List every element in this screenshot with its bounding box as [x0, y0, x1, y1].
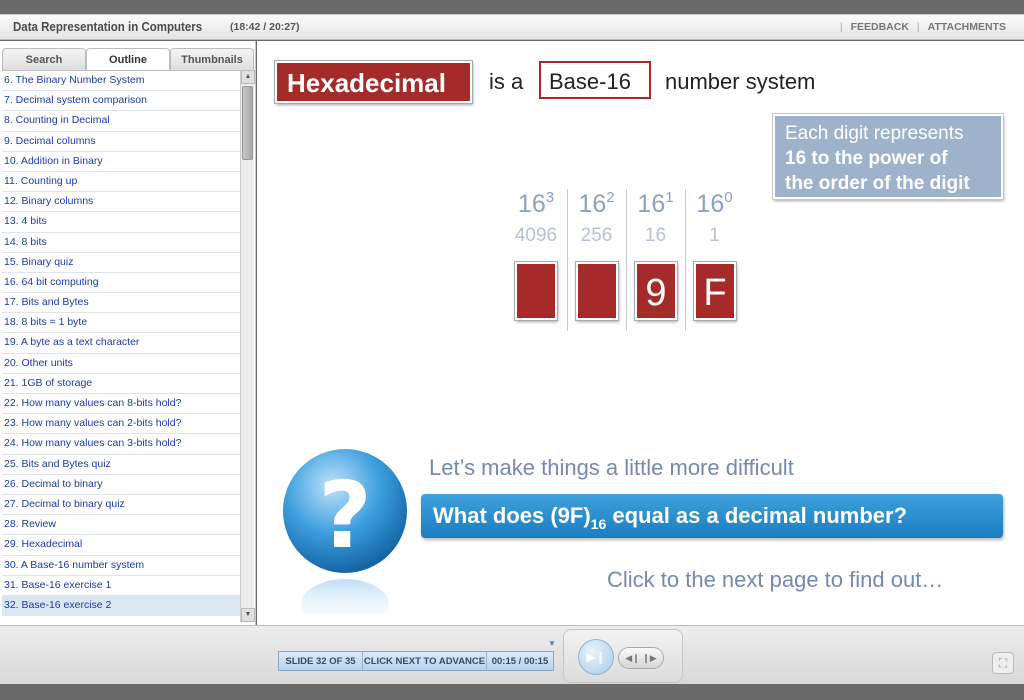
- outline-item[interactable]: 16. 64 bit computing: [2, 273, 240, 294]
- place-value: 1: [709, 225, 720, 246]
- question-subscript: 16: [590, 516, 607, 532]
- info-line-2: 16 to the power of: [785, 148, 948, 169]
- fullscreen-icon[interactable]: ⛶: [992, 652, 1014, 674]
- place-column-3: 163 4096: [507, 189, 565, 331]
- course-title: Data Representation in Computers: [13, 20, 203, 34]
- power-label: 160: [696, 189, 733, 218]
- player-bar: ▼ SLIDE 32 OF 35 CLICK NEXT TO ADVANCE 0…: [0, 625, 1024, 684]
- outline-item[interactable]: 21. 1GB of storage: [2, 374, 240, 394]
- digit-box-f: F: [693, 261, 737, 321]
- play-pause-button[interactable]: ▶❙: [578, 639, 614, 675]
- attachments-link[interactable]: ATTACHMENTS: [928, 21, 1006, 33]
- scroll-down-icon[interactable]: ▼: [241, 608, 255, 622]
- title-bar: Data Representation in Computers (18:42 …: [0, 14, 1024, 40]
- sidebar-tabs: Search Outline Thumbnails: [2, 48, 254, 70]
- footer-strip: [0, 684, 1024, 700]
- is-a-text: is a: [489, 69, 524, 94]
- power-label: 162: [578, 189, 615, 218]
- outline-item[interactable]: 11. Counting up: [2, 172, 240, 193]
- tab-outline[interactable]: Outline: [86, 48, 170, 70]
- info-callout: Each digit represents 16 to the power of…: [772, 113, 1004, 200]
- feedback-link[interactable]: FEEDBACK: [851, 21, 909, 33]
- prev-next-buttons[interactable]: ◀❙ ❙▶: [618, 647, 664, 669]
- place-value: 4096: [514, 225, 558, 246]
- question-post: equal as a decimal number?: [606, 503, 908, 528]
- question-mark-icon: ?: [283, 449, 407, 615]
- advance-hint: CLICK NEXT TO ADVANCE: [363, 652, 487, 670]
- outline-item[interactable]: 18. 8 bits = 1 byte: [2, 313, 240, 334]
- outline-item[interactable]: 23. How many values can 2-bits hold?: [2, 414, 240, 435]
- outline-item[interactable]: 14. 8 bits: [2, 233, 240, 253]
- slide-status: SLIDE 32 OF 35 CLICK NEXT TO ADVANCE 00:…: [278, 651, 554, 671]
- svg-text:?: ?: [318, 462, 371, 569]
- place-column-2: 162 256: [567, 189, 625, 331]
- outline-item[interactable]: 25. Bits and Bytes quiz: [2, 455, 240, 475]
- outline-item[interactable]: 17. Bits and Bytes: [2, 293, 240, 314]
- outline-item[interactable]: 29. Hexadecimal: [2, 535, 240, 556]
- outline-item[interactable]: 26. Decimal to binary: [2, 475, 240, 495]
- outline-item[interactable]: 19. A byte as a text character: [2, 333, 240, 354]
- outline-item[interactable]: 31. Base-16 exercise 1: [2, 576, 240, 596]
- outline-item[interactable]: 20. Other units: [2, 354, 240, 374]
- slide-canvas: Hexadecimal is a Base-16 number system E…: [257, 41, 1024, 625]
- click-next-text: Click to the next page to find out…: [607, 567, 944, 592]
- outline-item[interactable]: 10. Addition in Binary: [2, 152, 240, 172]
- scroll-thumb[interactable]: [242, 86, 253, 160]
- digit-box: [514, 261, 558, 321]
- hexadecimal-title: Hexadecimal: [274, 60, 473, 104]
- top-links: | FEEDBACK | ATTACHMENTS: [840, 21, 1006, 33]
- sidebar: Search Outline Thumbnails 6. The Binary …: [0, 41, 256, 625]
- info-line-1: Each digit represents: [785, 123, 964, 144]
- info-line-3: the order of the digit: [785, 173, 970, 194]
- place-column-0: 160 1 F: [685, 189, 743, 331]
- outline-item[interactable]: 24. How many values can 3-bits hold?: [2, 434, 240, 455]
- lets-make-text: Let’s make things a little more difficul…: [429, 455, 794, 480]
- question-banner: What does (9F)16 equal as a decimal numb…: [421, 494, 1003, 538]
- power-label: 161: [637, 189, 674, 218]
- place-value: 256: [580, 225, 613, 246]
- place-value: 16: [644, 225, 667, 246]
- place-column-1: 161 16 9: [626, 189, 684, 331]
- outline-item[interactable]: 8. Counting in Decimal: [2, 111, 240, 132]
- outline-item[interactable]: 28. Review: [2, 515, 240, 536]
- scroll-up-icon[interactable]: ▲: [241, 70, 255, 84]
- outline-item[interactable]: 32. Base-16 exercise 2: [2, 595, 240, 617]
- number-system-text: number system: [665, 69, 816, 94]
- outline-item[interactable]: 13. 4 bits: [2, 212, 240, 233]
- outline-item[interactable]: 7. Decimal system comparison: [2, 91, 240, 112]
- base-16-label: Base-16: [539, 61, 651, 99]
- outline-item[interactable]: 30. A Base-16 number system: [2, 556, 240, 576]
- separator: |: [916, 21, 920, 33]
- outline-item[interactable]: 22. How many values can 8-bits hold?: [2, 394, 240, 415]
- playback-controls: ▶❙ ◀❙ ❙▶: [563, 629, 683, 683]
- outline-item[interactable]: 15. Binary quiz: [2, 253, 240, 273]
- elapsed-time: (18:42 / 20:27): [230, 21, 300, 33]
- caret-down-icon[interactable]: ▼: [548, 639, 556, 648]
- outline-item[interactable]: 12. Binary columns: [2, 192, 240, 213]
- outline-item[interactable]: 9. Decimal columns: [2, 132, 240, 152]
- tab-thumbnails[interactable]: Thumbnails: [170, 48, 254, 70]
- slide-time: 00:15 / 00:15: [491, 656, 549, 667]
- outline-list: 6. The Binary Number System 7. Decimal sy…: [2, 70, 240, 622]
- slide-counter: SLIDE 32 OF 35: [279, 652, 363, 670]
- power-label: 163: [517, 189, 555, 218]
- outline-item[interactable]: 27. Decimal to binary quiz: [2, 495, 240, 516]
- outline-scrollbar[interactable]: ▲ ▼: [240, 70, 255, 622]
- digit-box: [575, 261, 619, 321]
- tab-search[interactable]: Search: [2, 48, 86, 70]
- question-pre: What does (9F): [433, 503, 591, 528]
- digit-box-9: 9: [634, 261, 678, 321]
- outline-item[interactable]: 6. The Binary Number System: [2, 71, 240, 92]
- separator: |: [839, 21, 843, 33]
